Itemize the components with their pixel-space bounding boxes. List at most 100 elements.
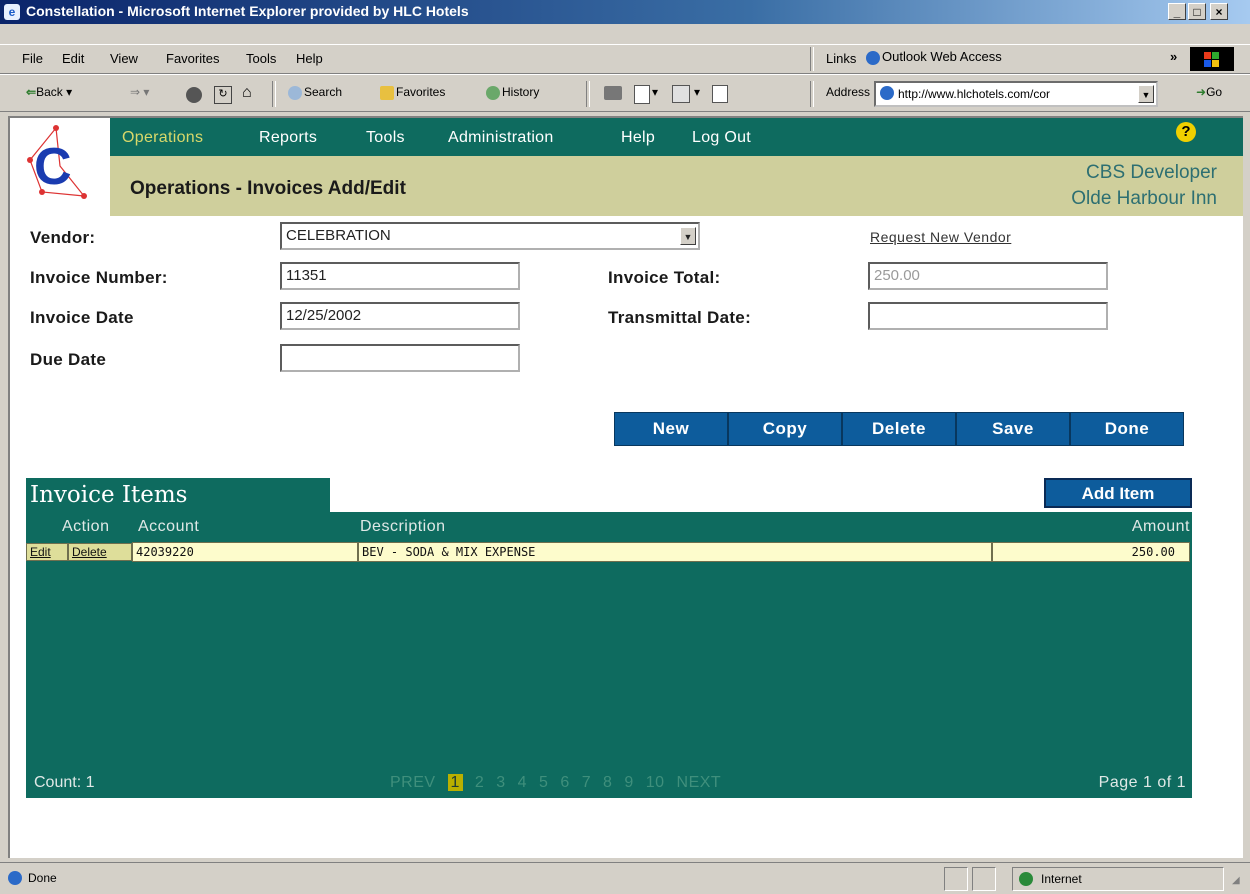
pager-page-7[interactable]: 7 xyxy=(582,774,591,791)
status-panel xyxy=(972,867,996,891)
invoice-number-label: Invoice Number: xyxy=(30,268,168,287)
description-cell: BEV - SODA & MIX EXPENSE xyxy=(358,542,992,562)
menu-tools[interactable]: Tools xyxy=(246,51,276,66)
invoice-total-label: Invoice Total: xyxy=(608,268,721,287)
separator xyxy=(586,81,590,107)
item-count: Count: 1 xyxy=(34,774,95,791)
window-title: Constellation - Microsoft Internet Explo… xyxy=(26,3,469,19)
windows-logo-icon xyxy=(1190,47,1234,71)
links-outlook[interactable]: Outlook Web Access xyxy=(866,49,1002,65)
zone-text: Internet xyxy=(1041,872,1082,886)
new-button[interactable]: New xyxy=(614,412,728,446)
chevron-icon[interactable]: » xyxy=(1170,49,1177,64)
column-header-description: Description xyxy=(360,518,446,535)
links-label[interactable]: Links xyxy=(826,51,856,66)
due-date-input[interactable] xyxy=(280,344,520,372)
menu-help[interactable]: Help xyxy=(296,51,323,66)
pager-page-2[interactable]: 2 xyxy=(475,774,484,791)
invoice-total-input[interactable]: 250.00 xyxy=(868,262,1108,290)
pager-page-6[interactable]: 6 xyxy=(560,774,569,791)
page-header: Operations - Invoices Add/Edit CBS Devel… xyxy=(110,156,1243,216)
print-dropdown-icon[interactable]: ▾ xyxy=(652,85,658,99)
pager-prev[interactable]: PREV xyxy=(390,774,436,791)
search-button[interactable]: Search xyxy=(288,85,342,100)
refresh-icon[interactable]: ↻ xyxy=(214,86,232,104)
separator xyxy=(272,81,276,107)
window-title-bar: e Constellation - Microsoft Internet Exp… xyxy=(0,0,1250,24)
edit-icon[interactable] xyxy=(672,85,690,103)
account-cell: 42039220 xyxy=(132,542,358,562)
pagination: PREV 1 2 3 4 5 6 7 8 9 10 NEXT xyxy=(390,774,728,792)
home-icon[interactable]: ⌂ xyxy=(242,84,252,102)
menu-view[interactable]: View xyxy=(110,51,138,66)
ie-page-icon xyxy=(866,50,880,65)
constellation-logo: C xyxy=(27,125,87,199)
print-icon[interactable] xyxy=(634,85,650,104)
nav-operations[interactable]: Operations xyxy=(122,129,203,147)
nav-administration[interactable]: Administration xyxy=(448,129,554,147)
close-button[interactable]: × xyxy=(1210,3,1228,20)
go-button[interactable]: ➜Go xyxy=(1196,85,1222,99)
pager-page-4[interactable]: 4 xyxy=(518,774,527,791)
ie-logo-icon: e xyxy=(4,4,20,20)
discuss-icon[interactable] xyxy=(712,85,728,103)
mail-icon[interactable] xyxy=(604,86,622,100)
stop-icon[interactable] xyxy=(186,87,202,103)
nav-tools[interactable]: Tools xyxy=(366,129,405,147)
menu-bar: File Edit View Favorites Tools Help Link… xyxy=(0,44,1250,74)
pager-page-5[interactable]: 5 xyxy=(539,774,548,791)
done-button[interactable]: Done xyxy=(1070,412,1184,446)
vendor-value: CELEBRATION xyxy=(286,227,391,244)
request-new-vendor-link[interactable]: Request New Vendor xyxy=(870,229,1011,245)
pager-page-8[interactable]: 8 xyxy=(603,774,612,791)
menu-file[interactable]: File xyxy=(22,51,43,66)
favorites-folder-icon xyxy=(380,85,394,100)
pager-page-3[interactable]: 3 xyxy=(496,774,505,791)
favorites-button[interactable]: Favorites xyxy=(380,85,445,100)
address-field[interactable]: http://www.hlchotels.com/cor ▼ xyxy=(874,81,1158,107)
address-dropdown-icon[interactable]: ▼ xyxy=(1138,85,1154,103)
pager-next[interactable]: NEXT xyxy=(677,774,722,791)
chevron-down-icon[interactable]: ▼ xyxy=(680,227,696,245)
status-bar: Done Internet ◢ xyxy=(0,862,1250,894)
zone-panel: Internet xyxy=(1012,867,1224,891)
invoice-items-title: Invoice Items xyxy=(26,478,330,512)
forward-button[interactable]: ⇒ ▾ xyxy=(130,85,149,99)
separator xyxy=(810,81,814,107)
status-panel xyxy=(944,867,968,891)
nav-log-out[interactable]: Log Out xyxy=(692,129,751,147)
edit-row-button[interactable]: Edit xyxy=(26,543,68,561)
save-button[interactable]: Save xyxy=(956,412,1070,446)
edit-dropdown-icon[interactable]: ▾ xyxy=(694,85,700,99)
menu-favorites[interactable]: Favorites xyxy=(166,51,219,66)
page-title: Operations - Invoices Add/Edit xyxy=(130,178,406,199)
back-button[interactable]: ⇐Back ▾ xyxy=(26,85,72,99)
nav-help[interactable]: Help xyxy=(621,129,655,147)
invoice-date-input[interactable]: 12/25/2002 xyxy=(280,302,520,330)
invoice-number-input[interactable]: 11351 xyxy=(280,262,520,290)
vendor-select[interactable]: CELEBRATION ▼ xyxy=(280,222,700,250)
address-value[interactable]: http://www.hlchotels.com/cor xyxy=(898,87,1050,101)
pager-page-1[interactable]: 1 xyxy=(447,774,463,791)
delete-button[interactable]: Delete xyxy=(842,412,956,446)
invoice-items-grid: Action Account Description Amount Edit D… xyxy=(26,512,1192,798)
history-button[interactable]: History xyxy=(486,85,539,100)
maximize-button[interactable]: □ xyxy=(1188,3,1206,20)
menu-edit[interactable]: Edit xyxy=(62,51,84,66)
pager-page-10[interactable]: 10 xyxy=(646,774,665,791)
vendor-label: Vendor: xyxy=(30,228,96,247)
minimize-button[interactable]: _ xyxy=(1168,3,1186,20)
help-icon[interactable]: ? xyxy=(1176,122,1196,142)
column-header-amount: Amount xyxy=(1131,518,1190,535)
transmittal-date-input[interactable] xyxy=(868,302,1108,330)
user-name: CBS Developer xyxy=(1086,162,1217,183)
copy-button[interactable]: Copy xyxy=(728,412,842,446)
go-arrow-icon: ➜ xyxy=(1196,85,1207,99)
delete-row-button[interactable]: Delete xyxy=(68,543,132,561)
add-item-button[interactable]: Add Item xyxy=(1044,478,1192,508)
pager-page-9[interactable]: 9 xyxy=(624,774,633,791)
invoice-date-label: Invoice Date xyxy=(30,308,134,327)
separator xyxy=(810,47,814,71)
resize-grip-icon[interactable]: ◢ xyxy=(1232,875,1240,886)
nav-reports[interactable]: Reports xyxy=(259,129,317,147)
